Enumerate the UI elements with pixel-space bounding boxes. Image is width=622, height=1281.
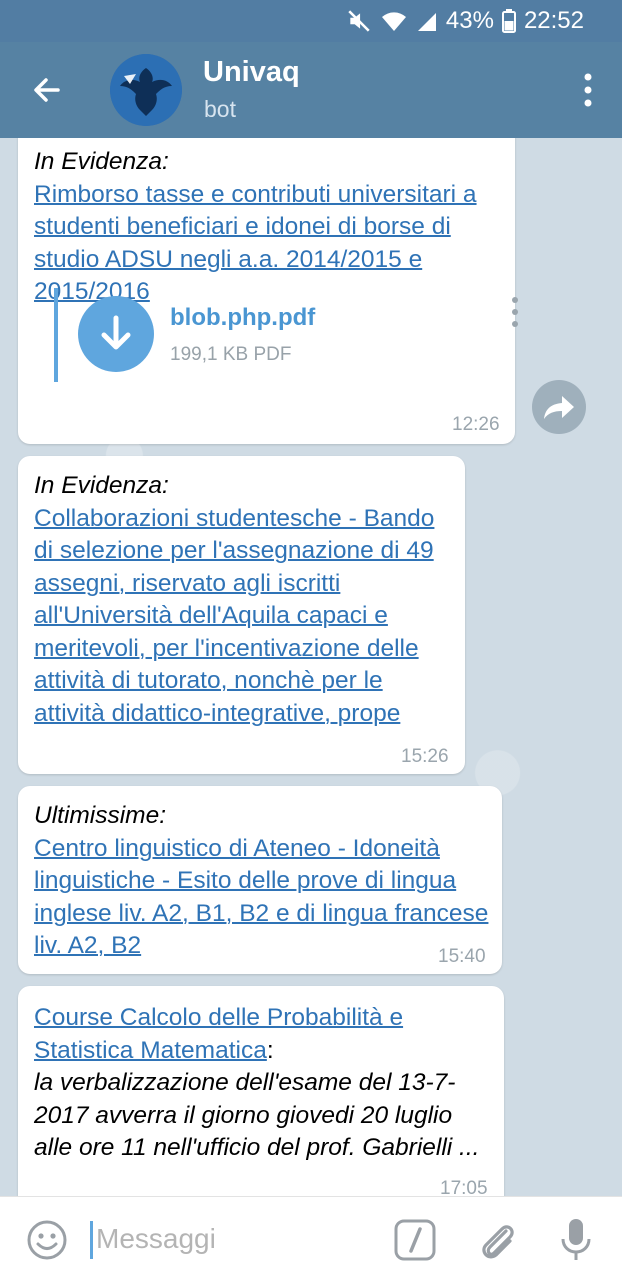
message-label: Ultimissime: [34,802,167,829]
message-bubble[interactable]: Ultimissime: Centro linguistico di Atene… [18,786,502,974]
clock: 22:52 [523,7,584,34]
message-time: 15:26 [401,746,449,767]
message-link[interactable]: Centro linguistico di Ateneo - Idoneità … [34,833,490,963]
message-list[interactable]: In Evidenza: Rimborso tasse e contributi… [0,138,622,1196]
file-name[interactable]: blob.php.pdf [170,304,315,332]
message-bubble[interactable]: In Evidenza: Rimborso tasse e contributi… [18,138,518,444]
status-bar: 43% 22:52 [0,0,622,42]
message-link[interactable]: Collaborazioni studentesche - Bando di s… [34,503,454,731]
chat-header: Univaq bot [0,42,622,138]
chat-title: Univaq [203,56,300,88]
more-vertical-icon[interactable] [510,296,520,328]
message-label: In Evidenza: [34,472,169,499]
wifi-icon [380,9,408,33]
message-time: 17:05 [440,1178,488,1196]
avatar[interactable] [110,54,182,126]
message-label: In Evidenza: [34,148,169,175]
text-caret [90,1221,93,1259]
more-vertical-icon[interactable] [582,72,594,108]
message-time: 15:40 [438,946,486,967]
emoji-icon[interactable] [26,1219,68,1261]
microphone-icon[interactable] [558,1217,594,1263]
message-bubble[interactable]: In Evidenza: Collaborazioni studentesche… [18,456,465,774]
arrow-left-icon[interactable] [28,70,68,110]
battery-percent: 43% [445,7,494,34]
battery-icon [501,9,516,33]
message-input-bar: Messaggi [0,1196,622,1281]
chat-subtitle: bot [204,96,236,122]
message-link[interactable]: Course Calcolo delle Probabilità e Stati… [34,1004,403,1064]
mute-icon [346,8,372,34]
message-link-suffix: : [266,1036,274,1064]
signal-icon [416,9,438,33]
file-attachment[interactable]: blob.php.pdf 199,1 KB PDF [54,288,518,382]
download-icon[interactable] [78,296,154,372]
status-icons: 43% 22:52 [346,7,584,35]
message-body: la verbalizzazione dell'esame del 13-7-2… [34,1069,480,1161]
slash-command-icon[interactable] [394,1219,436,1261]
message-bubble[interactable]: Course Calcolo delle Probabilità e Stati… [18,986,504,1196]
message-input[interactable]: Messaggi [96,1223,216,1255]
file-size: 199,1 KB PDF [170,344,292,365]
forward-icon[interactable] [532,380,586,434]
paperclip-icon[interactable] [476,1217,518,1263]
message-time: 12:26 [452,414,500,435]
